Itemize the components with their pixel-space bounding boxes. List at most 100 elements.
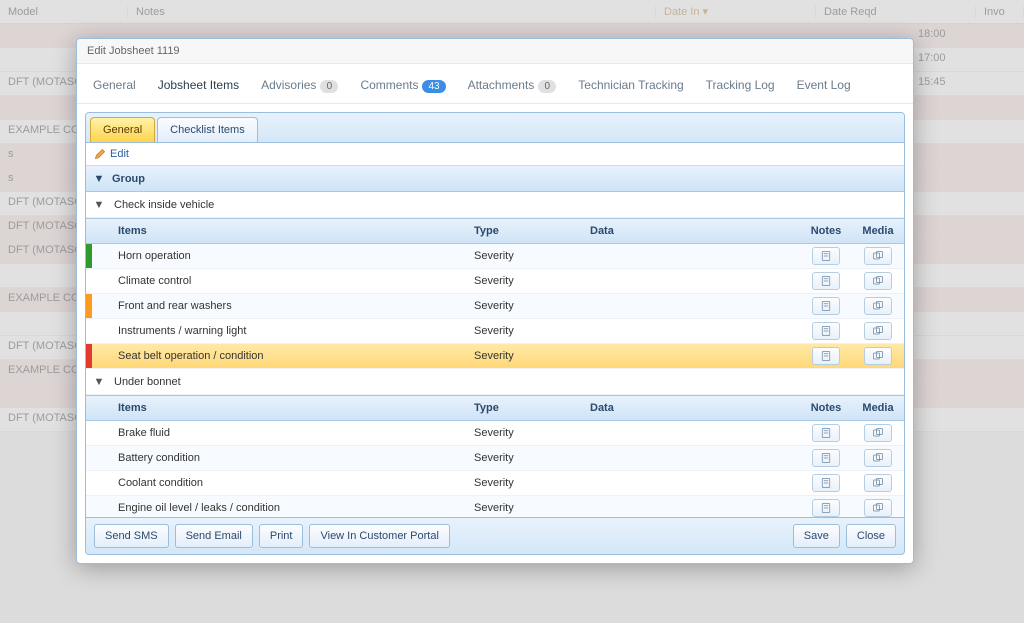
group-header-row: ▼ Group bbox=[86, 166, 904, 192]
col-type[interactable]: Type bbox=[474, 402, 590, 414]
col-items[interactable]: Items bbox=[118, 402, 474, 414]
severity-indicator bbox=[86, 319, 92, 343]
items-subheader: ItemsTypeDataNotesMedia bbox=[86, 395, 904, 421]
save-button[interactable]: Save bbox=[793, 524, 840, 548]
chevron-down-icon[interactable]: ▼ bbox=[86, 376, 112, 388]
media-button[interactable] bbox=[864, 322, 892, 340]
item-name: Climate control bbox=[118, 275, 474, 287]
media-button[interactable] bbox=[864, 247, 892, 265]
checklist-item-row[interactable]: Engine oil level / leaks / conditionSeve… bbox=[86, 496, 904, 517]
edit-link[interactable]: Edit bbox=[110, 148, 129, 160]
col-type[interactable]: Type bbox=[474, 225, 590, 237]
severity-indicator bbox=[86, 421, 92, 445]
notes-button[interactable] bbox=[812, 474, 840, 492]
checklist-item-row[interactable]: Seat belt operation / conditionSeverity bbox=[86, 344, 904, 369]
media-button[interactable] bbox=[864, 347, 892, 365]
col-notes[interactable]: Notes bbox=[800, 225, 852, 237]
item-name: Brake fluid bbox=[118, 427, 474, 439]
severity-indicator bbox=[86, 496, 92, 517]
tab-event-log[interactable]: Event Log bbox=[795, 72, 853, 103]
media-button[interactable] bbox=[864, 424, 892, 442]
item-type: Severity bbox=[474, 477, 590, 489]
media-button[interactable] bbox=[864, 499, 892, 517]
item-type: Severity bbox=[474, 452, 590, 464]
item-type: Severity bbox=[474, 300, 590, 312]
item-name: Instruments / warning light bbox=[118, 325, 474, 337]
tab-general[interactable]: General bbox=[91, 72, 138, 103]
tab-technician-tracking[interactable]: Technician Tracking bbox=[576, 72, 685, 103]
group-row[interactable]: ▼Under bonnet bbox=[86, 369, 904, 395]
media-button[interactable] bbox=[864, 272, 892, 290]
col-media[interactable]: Media bbox=[852, 402, 904, 414]
send-email-button[interactable]: Send Email bbox=[175, 524, 253, 548]
notes-button[interactable] bbox=[812, 449, 840, 467]
media-button[interactable] bbox=[864, 474, 892, 492]
item-name: Battery condition bbox=[118, 452, 474, 464]
col-media[interactable]: Media bbox=[852, 225, 904, 237]
item-type: Severity bbox=[474, 275, 590, 287]
item-type: Severity bbox=[474, 350, 590, 362]
checklist-item-row[interactable]: Battery conditionSeverity bbox=[86, 446, 904, 471]
item-type: Severity bbox=[474, 325, 590, 337]
items-subheader: ItemsTypeDataNotesMedia bbox=[86, 218, 904, 244]
group-name: Under bonnet bbox=[112, 376, 181, 388]
tab-tracking-log[interactable]: Tracking Log bbox=[704, 72, 777, 103]
severity-indicator bbox=[86, 446, 92, 470]
edit-bar[interactable]: Edit bbox=[86, 143, 904, 166]
notes-button[interactable] bbox=[812, 347, 840, 365]
col-data[interactable]: Data bbox=[590, 402, 800, 414]
notes-button[interactable] bbox=[812, 499, 840, 517]
severity-indicator bbox=[86, 471, 92, 495]
tab-jobsheet-items[interactable]: Jobsheet Items bbox=[156, 72, 241, 103]
item-name: Horn operation bbox=[118, 250, 474, 262]
notes-button[interactable] bbox=[812, 297, 840, 315]
media-button[interactable] bbox=[864, 297, 892, 315]
item-name: Engine oil level / leaks / condition bbox=[118, 502, 474, 514]
item-name: Coolant condition bbox=[118, 477, 474, 489]
edit-jobsheet-dialog: Edit Jobsheet 1119 General Jobsheet Item… bbox=[76, 38, 914, 564]
notes-button[interactable] bbox=[812, 424, 840, 442]
checklist-item-row[interactable]: Coolant conditionSeverity bbox=[86, 471, 904, 496]
col-items[interactable]: Items bbox=[118, 225, 474, 237]
group-header-label: Group bbox=[112, 173, 145, 185]
send-sms-button[interactable]: Send SMS bbox=[94, 524, 169, 548]
inner-tab-checklist-items[interactable]: Checklist Items bbox=[157, 117, 258, 142]
notes-button[interactable] bbox=[812, 247, 840, 265]
severity-indicator bbox=[86, 344, 92, 368]
group-row[interactable]: ▼Check inside vehicle bbox=[86, 192, 904, 218]
media-button[interactable] bbox=[864, 449, 892, 467]
dialog-bottom-bar: Send SMS Send Email Print View In Custom… bbox=[86, 517, 904, 554]
notes-button[interactable] bbox=[812, 272, 840, 290]
checklist-item-row[interactable]: Horn operationSeverity bbox=[86, 244, 904, 269]
tab-attachments[interactable]: Attachments0 bbox=[466, 72, 559, 103]
checklist-panel: General Checklist Items Edit ▼ Group ▼Ch… bbox=[85, 112, 905, 555]
severity-indicator bbox=[86, 269, 92, 293]
tab-comments[interactable]: Comments43 bbox=[358, 72, 447, 103]
severity-indicator bbox=[86, 244, 92, 268]
collapse-all-icon[interactable]: ▼ bbox=[86, 173, 112, 185]
item-name: Front and rear washers bbox=[118, 300, 474, 312]
checklist-item-row[interactable]: Instruments / warning lightSeverity bbox=[86, 319, 904, 344]
close-button[interactable]: Close bbox=[846, 524, 896, 548]
chevron-down-icon[interactable]: ▼ bbox=[86, 199, 112, 211]
item-type: Severity bbox=[474, 427, 590, 439]
checklist-scroll[interactable]: ▼Check inside vehicleItemsTypeDataNotesM… bbox=[86, 192, 904, 517]
checklist-item-row[interactable]: Front and rear washersSeverity bbox=[86, 294, 904, 319]
checklist-item-row[interactable]: Brake fluidSeverity bbox=[86, 421, 904, 446]
notes-button[interactable] bbox=[812, 322, 840, 340]
dialog-title: Edit Jobsheet 1119 bbox=[77, 39, 913, 64]
severity-indicator bbox=[86, 294, 92, 318]
group-name: Check inside vehicle bbox=[112, 199, 214, 211]
item-type: Severity bbox=[474, 250, 590, 262]
view-portal-button[interactable]: View In Customer Portal bbox=[309, 524, 449, 548]
tab-advisories[interactable]: Advisories0 bbox=[259, 72, 340, 103]
col-data[interactable]: Data bbox=[590, 225, 800, 237]
col-notes[interactable]: Notes bbox=[800, 402, 852, 414]
checklist-item-row[interactable]: Climate controlSeverity bbox=[86, 269, 904, 294]
item-name: Seat belt operation / condition bbox=[118, 350, 474, 362]
print-button[interactable]: Print bbox=[259, 524, 304, 548]
item-type: Severity bbox=[474, 502, 590, 514]
pencil-icon bbox=[94, 148, 106, 160]
inner-tab-general[interactable]: General bbox=[90, 117, 155, 142]
dialog-tabs: General Jobsheet Items Advisories0 Comme… bbox=[77, 64, 913, 104]
